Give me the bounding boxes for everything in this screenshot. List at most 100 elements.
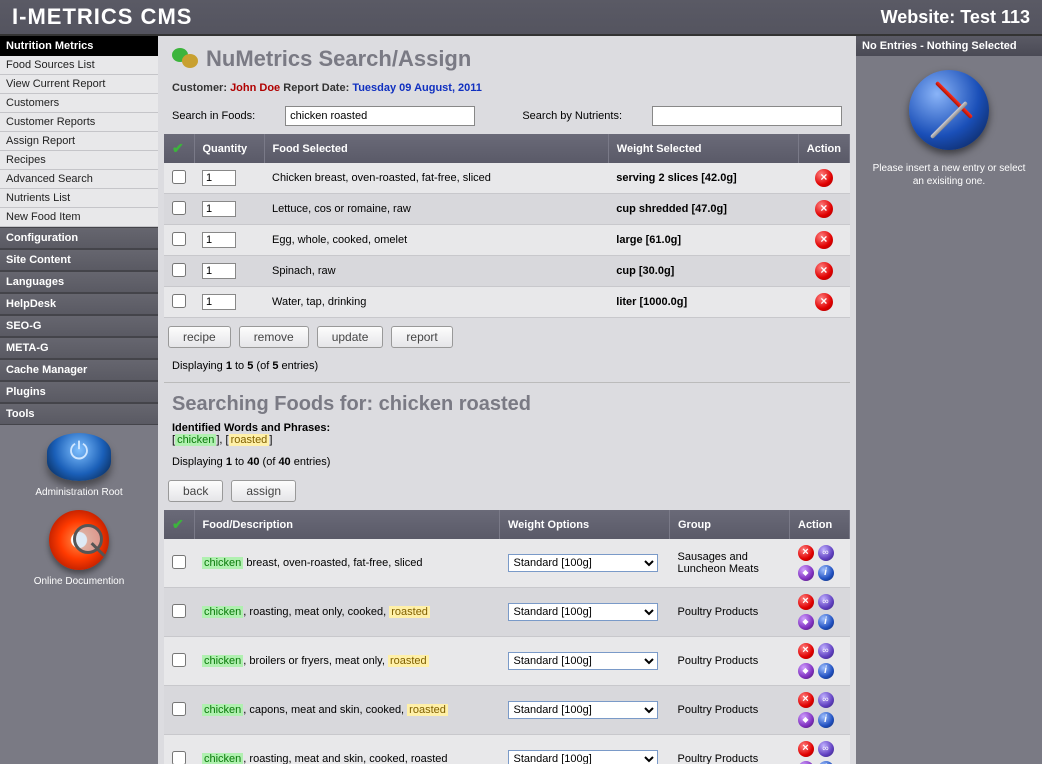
chat-bubble-icon xyxy=(172,48,198,70)
right-pane-text: Please insert a new entry or select an e… xyxy=(866,162,1032,188)
qty-input[interactable] xyxy=(202,294,236,310)
result-checkbox[interactable] xyxy=(172,702,186,716)
tag-icon[interactable] xyxy=(798,565,814,581)
link-icon[interactable] xyxy=(818,594,834,610)
admin-root-label[interactable]: Administration Root xyxy=(35,487,122,498)
delete-result-icon[interactable] xyxy=(798,741,814,757)
selected-row: Spinach, rawcup [30.0g]× xyxy=(164,256,850,287)
result-checkbox[interactable] xyxy=(172,653,186,667)
food-selected-cell: Egg, whole, cooked, omelet xyxy=(264,225,608,256)
result-row: chicken breast, oven-roasted, fat-free, … xyxy=(164,539,850,588)
group-cell: Poultry Products xyxy=(670,735,790,764)
delete-result-icon[interactable] xyxy=(798,594,814,610)
nav-item-4[interactable]: Assign Report xyxy=(0,132,158,151)
tag-icon[interactable] xyxy=(798,712,814,728)
delete-result-icon[interactable] xyxy=(798,545,814,561)
nav-section-7[interactable]: Plugins xyxy=(0,381,158,403)
nav-item-0[interactable]: Food Sources List xyxy=(0,56,158,75)
food-desc-cell: chicken, broilers or fryers, meat only, … xyxy=(194,637,500,686)
delete-icon[interactable]: × xyxy=(815,262,833,280)
col-quantity: Quantity xyxy=(194,134,264,163)
qty-input[interactable] xyxy=(202,232,236,248)
report-button[interactable]: report xyxy=(391,326,452,348)
info-icon[interactable] xyxy=(818,712,834,728)
nav-section-3[interactable]: HelpDesk xyxy=(0,293,158,315)
delete-icon[interactable]: × xyxy=(815,200,833,218)
nav-item-3[interactable]: Customer Reports xyxy=(0,113,158,132)
col-food-selected: Food Selected xyxy=(264,134,608,163)
qty-input[interactable] xyxy=(202,201,236,217)
nav-section-6[interactable]: Cache Manager xyxy=(0,359,158,381)
check-all-results-icon[interactable]: ✔ xyxy=(172,516,184,533)
link-icon[interactable] xyxy=(818,692,834,708)
tag-icon[interactable] xyxy=(798,663,814,679)
row-checkbox[interactable] xyxy=(172,170,186,184)
result-row: chicken, roasting, meat and skin, cooked… xyxy=(164,735,850,764)
check-all-icon[interactable]: ✔ xyxy=(172,140,184,157)
row-checkbox[interactable] xyxy=(172,201,186,215)
recipe-button[interactable]: recipe xyxy=(168,326,231,348)
nav-section-1[interactable]: Site Content xyxy=(0,249,158,271)
group-cell: Poultry Products xyxy=(670,686,790,735)
search-foods-label: Search in Foods: xyxy=(172,110,255,122)
link-icon[interactable] xyxy=(818,741,834,757)
row-checkbox[interactable] xyxy=(172,263,186,277)
identified-phrases: Identified Words and Phrases: [chicken],… xyxy=(164,420,850,450)
admin-root-icon[interactable] xyxy=(47,433,111,481)
info-icon[interactable] xyxy=(818,565,834,581)
update-button[interactable]: update xyxy=(317,326,384,348)
delete-icon[interactable]: × xyxy=(815,231,833,249)
food-desc-cell: chicken breast, oven-roasted, fat-free, … xyxy=(194,539,500,588)
nav-section-2[interactable]: Languages xyxy=(0,271,158,293)
selected-row: Egg, whole, cooked, omeletlarge [61.0g]× xyxy=(164,225,850,256)
nav-section-4[interactable]: SEO-G xyxy=(0,315,158,337)
row-checkbox[interactable] xyxy=(172,232,186,246)
info-icon[interactable] xyxy=(818,663,834,679)
nav-item-5[interactable]: Recipes xyxy=(0,151,158,170)
delete-result-icon[interactable] xyxy=(798,692,814,708)
back-button[interactable]: back xyxy=(168,480,223,502)
food-selected-cell: Water, tap, drinking xyxy=(264,287,608,318)
nav-item-7[interactable]: Nutrients List xyxy=(0,189,158,208)
online-doc-label[interactable]: Online Documention xyxy=(34,576,125,587)
nav-item-6[interactable]: Advanced Search xyxy=(0,170,158,189)
right-pane-header: No Entries - Nothing Selected xyxy=(856,36,1042,56)
link-icon[interactable] xyxy=(818,643,834,659)
nav-section-5[interactable]: META-G xyxy=(0,337,158,359)
result-checkbox[interactable] xyxy=(172,604,186,618)
col-group: Group xyxy=(670,510,790,539)
nav-item-8[interactable]: New Food Item xyxy=(0,208,158,227)
delete-icon[interactable]: × xyxy=(815,169,833,187)
result-checkbox[interactable] xyxy=(172,751,186,764)
qty-input[interactable] xyxy=(202,170,236,186)
qty-input[interactable] xyxy=(202,263,236,279)
weight-select[interactable]: Standard [100g] xyxy=(508,554,658,572)
search-foods-input[interactable] xyxy=(285,106,475,126)
assign-button[interactable]: assign xyxy=(231,480,296,502)
report-date: Tuesday 09 August, 2011 xyxy=(352,82,482,94)
weight-select[interactable]: Standard [100g] xyxy=(508,603,658,621)
info-icon[interactable] xyxy=(818,614,834,630)
search-nutrients-input[interactable] xyxy=(652,106,842,126)
nav-section-0[interactable]: Configuration xyxy=(0,227,158,249)
nav-item-2[interactable]: Customers xyxy=(0,94,158,113)
result-checkbox[interactable] xyxy=(172,555,186,569)
result-row: chicken, capons, meat and skin, cooked, … xyxy=(164,686,850,735)
delete-result-icon[interactable] xyxy=(798,643,814,659)
online-doc-icon[interactable] xyxy=(49,510,109,570)
customer-name: John Doe xyxy=(230,82,280,94)
nav-item-1[interactable]: View Current Report xyxy=(0,75,158,94)
weight-select[interactable]: Standard [100g] xyxy=(508,652,658,670)
page-title: NuMetrics Search/Assign xyxy=(206,46,471,72)
remove-button[interactable]: remove xyxy=(239,326,309,348)
food-selected-cell: Chicken breast, oven-roasted, fat-free, … xyxy=(264,163,608,194)
nav-section-8[interactable]: Tools xyxy=(0,403,158,425)
weight-select[interactable]: Standard [100g] xyxy=(508,750,658,764)
link-icon[interactable] xyxy=(818,545,834,561)
group-cell: Poultry Products xyxy=(670,588,790,637)
selected-row: Lettuce, cos or romaine, rawcup shredded… xyxy=(164,194,850,225)
tag-icon[interactable] xyxy=(798,614,814,630)
weight-select[interactable]: Standard [100g] xyxy=(508,701,658,719)
row-checkbox[interactable] xyxy=(172,294,186,308)
delete-icon[interactable]: × xyxy=(815,293,833,311)
